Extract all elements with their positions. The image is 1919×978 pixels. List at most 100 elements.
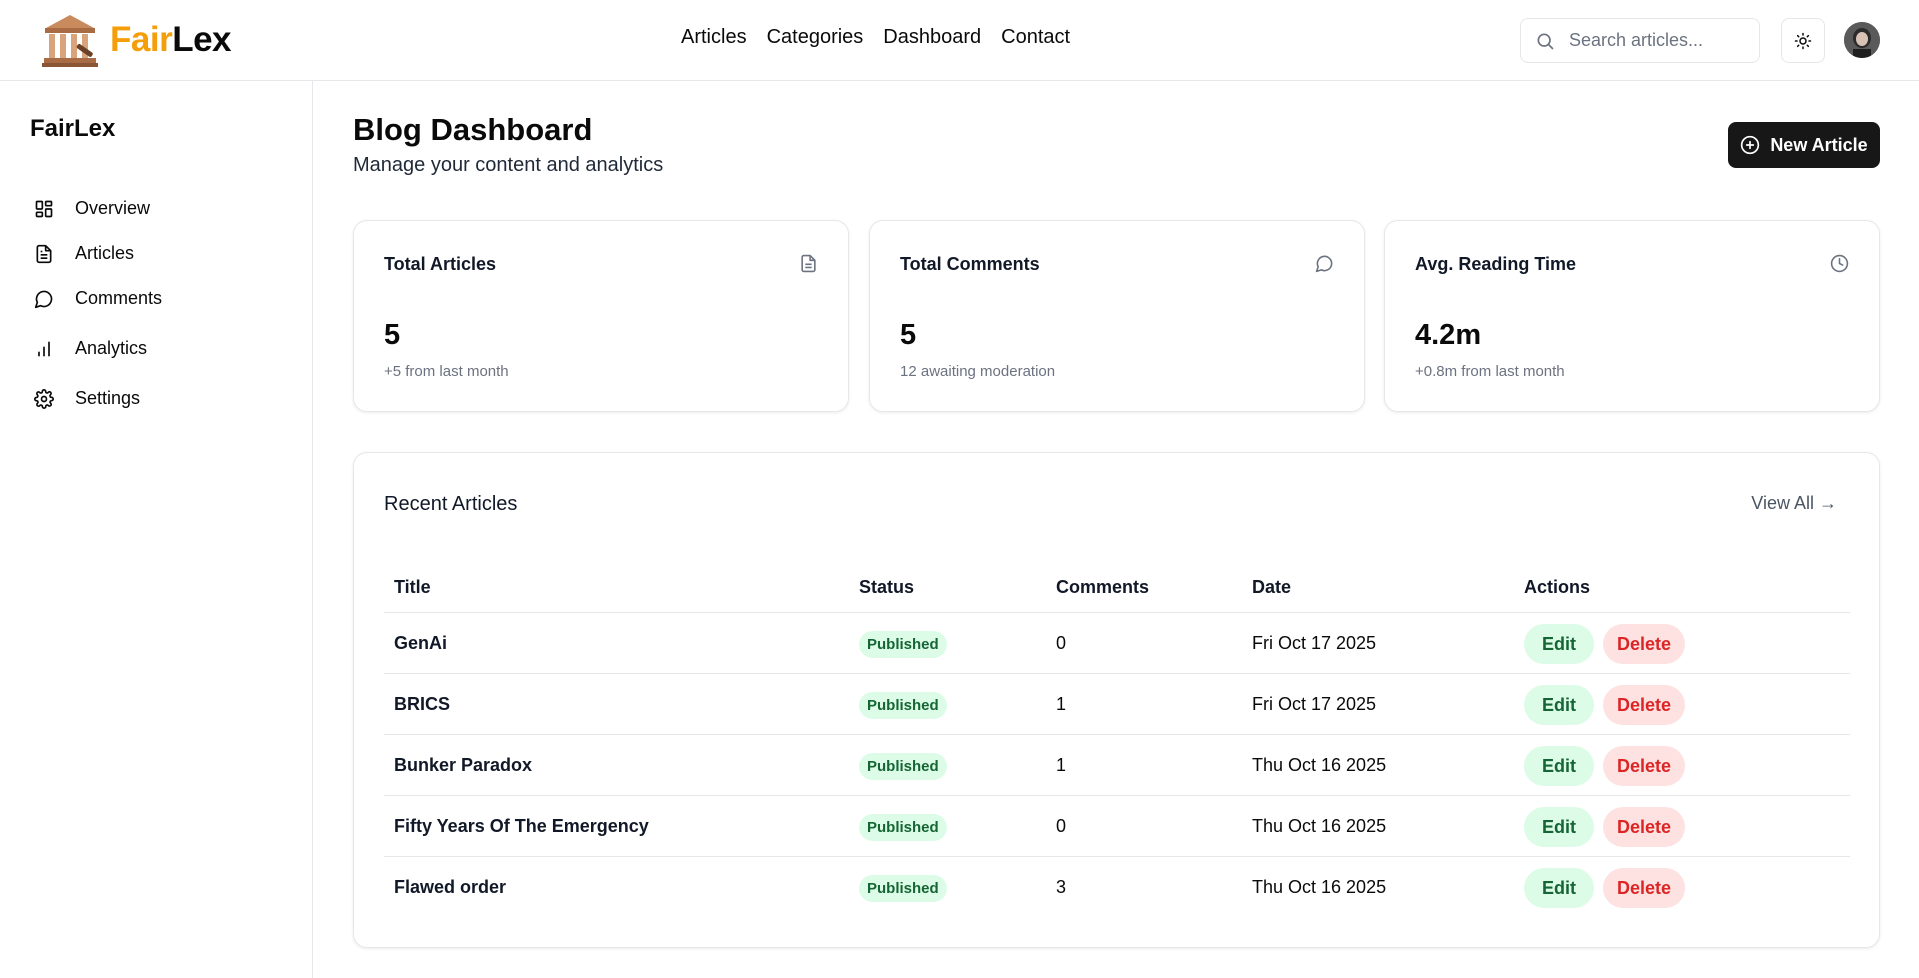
column-date: Date: [1252, 577, 1292, 597]
stat-label: Avg. Reading Time: [1415, 254, 1577, 274]
page-subtitle: Manage your content and analytics: [353, 154, 664, 176]
search-box[interactable]: [1520, 18, 1760, 63]
brand-logo[interactable]: FairLex: [40, 12, 232, 68]
page-title: Blog Dashboard: [353, 112, 593, 147]
nav-articles[interactable]: Articles: [681, 26, 747, 49]
column-comments: Comments: [1056, 577, 1150, 597]
sidebar-item-label: Settings: [75, 388, 141, 408]
gear-icon: [34, 388, 54, 409]
file-text-icon: [36, 244, 52, 263]
sidebar-item-label: Overview: [75, 198, 151, 218]
nav-categories[interactable]: Categories: [767, 26, 864, 49]
table-row: Fifty Years Of The Emergency Published 0…: [384, 796, 1850, 857]
article-date: Thu Oct 16 2025: [1252, 816, 1387, 836]
search-input[interactable]: [1569, 30, 1749, 51]
column-status: Status: [859, 577, 915, 597]
sidebar: FairLex Overview Articles Comments Analy…: [0, 81, 313, 978]
sidebar-item-label: Comments: [75, 288, 163, 308]
article-date: Thu Oct 16 2025: [1252, 877, 1387, 897]
stat-value: 4.2m: [1415, 319, 1482, 351]
nav-contact[interactable]: Contact: [1001, 26, 1070, 49]
stat-value: 5: [384, 319, 401, 351]
sidebar-item-comments[interactable]: Comments: [34, 288, 162, 309]
sidebar-title: FairLex: [30, 115, 116, 142]
edit-button[interactable]: Edit: [1524, 624, 1594, 664]
comment-count: 3: [1056, 877, 1067, 897]
stat-value: 5: [900, 319, 917, 351]
table-row: BRICS Published 1 Fri Oct 17 2025 Edit D…: [384, 674, 1850, 735]
stat-note: 12 awaiting moderation: [900, 363, 1056, 380]
article-title[interactable]: Flawed order: [394, 877, 506, 898]
articles-table: Title Status Comments Date Actions GenAi…: [384, 561, 1850, 918]
new-article-button[interactable]: New Article: [1728, 122, 1880, 168]
comment-count: 1: [1056, 755, 1067, 775]
comment-count: 1: [1056, 694, 1067, 714]
comment-count: 0: [1056, 633, 1067, 653]
sidebar-item-analytics[interactable]: Analytics: [34, 338, 147, 359]
edit-button[interactable]: Edit: [1524, 685, 1594, 725]
status-badge: Published: [859, 875, 947, 902]
table-header: Title Status Comments Date Actions: [384, 561, 1850, 613]
status-badge: Published: [859, 692, 947, 719]
delete-button[interactable]: Delete: [1603, 746, 1685, 786]
bar-chart-icon: [38, 341, 50, 356]
delete-button[interactable]: Delete: [1603, 624, 1685, 664]
brand-name: FairLex: [110, 20, 232, 60]
stat-label: Total Comments: [900, 254, 1040, 274]
user-avatar[interactable]: [1844, 22, 1880, 58]
new-article-label: New Article: [1770, 134, 1868, 155]
column-title: Title: [394, 577, 431, 597]
brand-name-part2: Lex: [172, 20, 232, 59]
article-date: Fri Oct 17 2025: [1252, 633, 1377, 653]
top-navigation: Articles Categories Dashboard Contact: [681, 26, 1070, 49]
search-icon: [1537, 33, 1554, 49]
article-title[interactable]: GenAi: [394, 633, 447, 654]
nav-dashboard[interactable]: Dashboard: [883, 26, 981, 49]
stat-card-total-articles: Total Articles 5 +5 from last month: [353, 220, 849, 412]
delete-button[interactable]: Delete: [1603, 868, 1685, 908]
stat-label: Total Articles: [384, 254, 497, 274]
avatar-image: [1844, 22, 1880, 58]
column-actions: Actions: [1524, 577, 1591, 597]
delete-button[interactable]: Delete: [1603, 685, 1685, 725]
plus-circle-icon: [1741, 135, 1760, 155]
status-badge: Published: [859, 814, 947, 841]
article-date: Thu Oct 16 2025: [1252, 755, 1387, 775]
edit-button[interactable]: Edit: [1524, 807, 1594, 847]
edit-button[interactable]: Edit: [1524, 868, 1594, 908]
article-date: Fri Oct 17 2025: [1252, 694, 1377, 714]
brand-name-part1: Fair: [110, 20, 173, 59]
stat-note: +5 from last month: [384, 363, 509, 380]
table-row: GenAi Published 0 Fri Oct 17 2025 Edit D…: [384, 613, 1850, 674]
sidebar-item-articles[interactable]: Articles: [34, 243, 134, 264]
stat-card-total-comments: Total Comments 5 12 awaiting moderation: [869, 220, 1365, 412]
status-badge: Published: [859, 753, 947, 780]
recent-articles-title: Recent Articles: [384, 493, 518, 515]
stat-card-avg-reading-time: Avg. Reading Time 4.2m +0.8m from last m…: [1384, 220, 1880, 412]
delete-button[interactable]: Delete: [1603, 807, 1685, 847]
article-title[interactable]: Fifty Years Of The Emergency: [394, 816, 649, 837]
sidebar-item-label: Analytics: [75, 338, 148, 358]
status-badge: Published: [859, 631, 947, 658]
sidebar-item-overview[interactable]: Overview: [34, 198, 150, 219]
message-circle-icon: [34, 290, 53, 308]
article-title[interactable]: BRICS: [394, 694, 450, 715]
comment-count: 0: [1056, 816, 1067, 836]
clock-icon: [1830, 254, 1849, 273]
edit-button[interactable]: Edit: [1524, 746, 1594, 786]
grid-icon: [35, 200, 53, 217]
sidebar-item-label: Articles: [75, 243, 135, 263]
table-row: Bunker Paradox Published 1 Thu Oct 16 20…: [384, 735, 1850, 796]
table-row: Flawed order Published 3 Thu Oct 16 2025…: [384, 857, 1850, 918]
recent-articles-panel: Recent Articles View All → Title Status …: [353, 452, 1880, 948]
sidebar-item-settings[interactable]: Settings: [34, 388, 140, 409]
view-all-link[interactable]: View All →: [1751, 493, 1837, 514]
file-text-icon: [801, 254, 816, 273]
courthouse-icon: [42, 15, 98, 67]
theme-toggle-button[interactable]: [1781, 18, 1825, 63]
top-bar: FairLex Articles Categories Dashboard Co…: [0, 0, 1919, 81]
sun-icon: [1794, 32, 1812, 49]
article-title[interactable]: Bunker Paradox: [394, 755, 532, 776]
stat-note: +0.8m from last month: [1415, 363, 1565, 380]
message-circle-icon: [1315, 255, 1333, 273]
